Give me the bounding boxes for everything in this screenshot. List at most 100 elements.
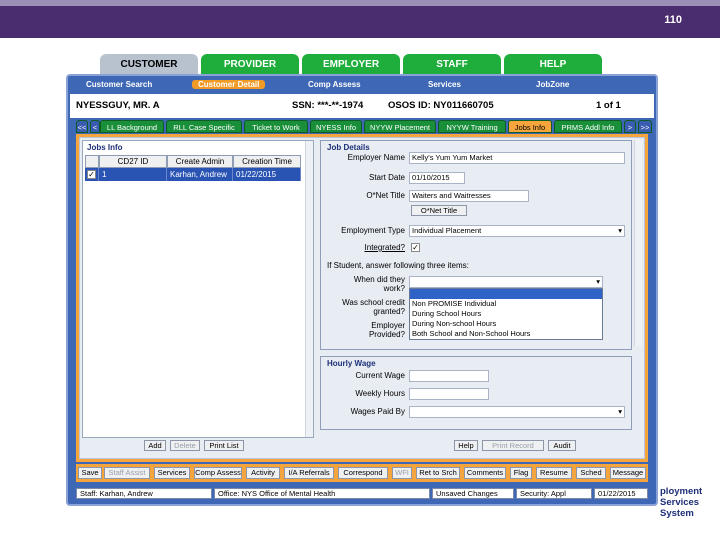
col-check [85,155,99,168]
status-unsaved: Unsaved Changes [432,488,514,499]
correspond-button[interactable]: Correspond [338,467,388,479]
row-checkbox-cell[interactable]: ✓ [85,168,99,181]
logo-line-1: ployment [660,486,703,497]
comments-button[interactable]: Comments [464,467,506,479]
tab-ticket-to-work[interactable]: Ticket to Work [244,120,308,133]
tab-provider[interactable]: PROVIDER [201,54,299,75]
employment-type-value: Individual Placement [412,226,482,235]
details-scrollbar[interactable] [634,140,642,346]
wfi-button[interactable]: WFI [392,467,412,479]
wages-paid-by-select[interactable]: ▾ [409,406,625,418]
slide-header-bar: 110 [0,0,720,38]
tab-nyyw-training[interactable]: NYYW Training [438,120,506,133]
tab-ll-background[interactable]: LL Background [100,120,164,133]
tab-rll-case-specific[interactable]: RLL Case Specific [166,120,242,133]
sub-navigation: Customer Search Customer Detail Comp Ass… [68,80,656,92]
row-admin: Karhan, Andrew [167,168,233,181]
dropdown-option-blank[interactable] [410,289,602,299]
tab-staff[interactable]: STAFF [403,54,501,75]
ia-referrals-button[interactable]: I/A Referrals [284,467,334,479]
employer-provided-label-2: Provided? [368,330,405,339]
message-button[interactable]: Message [610,467,646,479]
add-button[interactable]: Add [144,440,166,451]
customer-name: NYESSGUY, MR. A [76,100,160,111]
integrated-checkbox[interactable]: ✓ [411,243,420,252]
tab-first[interactable]: << [76,120,88,133]
content-inner: Jobs Info CD27 ID Create Admin Creation … [79,137,645,459]
subnav-jobzone[interactable]: JobZone [536,80,569,89]
tab-customer[interactable]: CUSTOMER [100,54,198,75]
action-button-bar: Save Staff Assist Services Comp Assess A… [76,464,648,482]
tab-nyess-info[interactable]: NYESS Info [310,120,362,133]
subnav-services[interactable]: Services [428,80,461,89]
print-list-button[interactable]: Print List [204,440,244,451]
customer-info-bar: NYESSGUY, MR. A SSN: ***-**-1974 OSOS ID… [70,94,654,118]
tab-help[interactable]: HELP [504,54,602,75]
dropdown-option[interactable]: Non PROMISE Individual [410,299,602,309]
employer-name-field[interactable]: Kelly's Yum Yum Market [409,152,625,164]
activity-button[interactable]: Activity [246,467,280,479]
col-create-admin[interactable]: Create Admin [167,155,233,168]
current-wage-label: Current Wage [355,371,406,380]
flag-button[interactable]: Flag [510,467,532,479]
employer-name-label: Employer Name [347,153,405,162]
delete-button[interactable]: Delete [170,440,200,451]
application-window: Customer Search Customer Detail Comp Ass… [66,74,658,506]
print-record-button[interactable]: Print Record [482,440,544,451]
row-time: 01/22/2015 [233,168,301,181]
audit-button[interactable]: Audit [548,440,576,451]
tab-employer[interactable]: EMPLOYER [302,54,400,75]
jobs-scrollbar[interactable] [305,141,313,437]
col-creation-time[interactable]: Creation Time [233,155,301,168]
staff-assist-button[interactable]: Staff Assist [104,467,150,479]
tab-nyyw-placement[interactable]: NYYW Placement [364,120,436,133]
jobs-info-title: Jobs Info [87,143,123,152]
comp-assess-button[interactable]: Comp Assess [194,467,242,479]
employment-type-select[interactable]: Individual Placement ▾ [409,225,625,237]
status-security: Security: Appl [516,488,592,499]
when-work-select[interactable]: ▾ [409,276,603,288]
sched-button[interactable]: Sched [576,467,606,479]
onet-title-field[interactable]: Waiters and Waitresses [409,190,529,202]
start-date-field[interactable]: 01/10/2015 [409,172,465,184]
subnav-customer-search[interactable]: Customer Search [86,80,152,89]
job-details-panel: Job Details Employer Name Kelly's Yum Yu… [320,140,632,350]
logo-line-2: Services System [660,497,700,519]
nyess-logo: ployment Services System [660,486,720,519]
current-wage-field[interactable] [409,370,489,382]
jobs-grid-header: CD27 ID Create Admin Creation Time [85,155,301,168]
hourly-wage-title: Hourly Wage [327,359,376,368]
status-date: 01/22/2015 [594,488,648,499]
tab-prev[interactable]: < [90,120,100,133]
services-button[interactable]: Services [154,467,190,479]
chevron-down-icon: ▾ [618,226,622,235]
onet-title-label: O*Net Title [366,191,405,200]
slide-number: 110 [664,14,682,26]
tab-jobs-info[interactable]: Jobs Info [508,120,552,133]
save-button[interactable]: Save [78,467,102,479]
tab-next[interactable]: > [624,120,636,133]
weekly-hours-field[interactable] [409,388,489,400]
resume-button[interactable]: Resume [536,467,572,479]
wages-paid-by-label: Wages Paid By [350,407,405,416]
col-cd27-id[interactable]: CD27 ID [99,155,167,168]
help-button[interactable]: Help [454,440,478,451]
tab-prms-addl-info[interactable]: PRMS Addl Info [554,120,622,133]
start-date-label: Start Date [368,173,405,182]
row-checkbox[interactable]: ✓ [87,170,96,180]
ret-to-srch-button[interactable]: Ret to Srch [416,467,460,479]
dropdown-option[interactable]: During School Hours [410,309,602,319]
customer-osos-id: OSOS ID: NY011660705 [388,100,494,111]
dropdown-option[interactable]: During Non-school Hours [410,319,602,329]
row-id: 1 [99,168,167,181]
chevron-down-icon: ▾ [618,407,622,416]
hourly-wage-panel: Hourly Wage Current Wage Weekly Hours Wa… [320,356,632,430]
tab-last[interactable]: >> [638,120,652,133]
subnav-comp-assess[interactable]: Comp Assess [308,80,361,89]
onet-title-button[interactable]: O*Net Title [411,205,467,216]
dropdown-option[interactable]: Both School and Non-School Hours [410,329,602,339]
when-work-label-1: When did they [353,275,405,284]
table-row[interactable]: ✓ 1 Karhan, Andrew 01/22/2015 [85,168,301,181]
subnav-customer-detail[interactable]: Customer Detail [192,80,266,89]
when-work-dropdown-list[interactable]: Non PROMISE Individual During School Hou… [409,288,603,340]
